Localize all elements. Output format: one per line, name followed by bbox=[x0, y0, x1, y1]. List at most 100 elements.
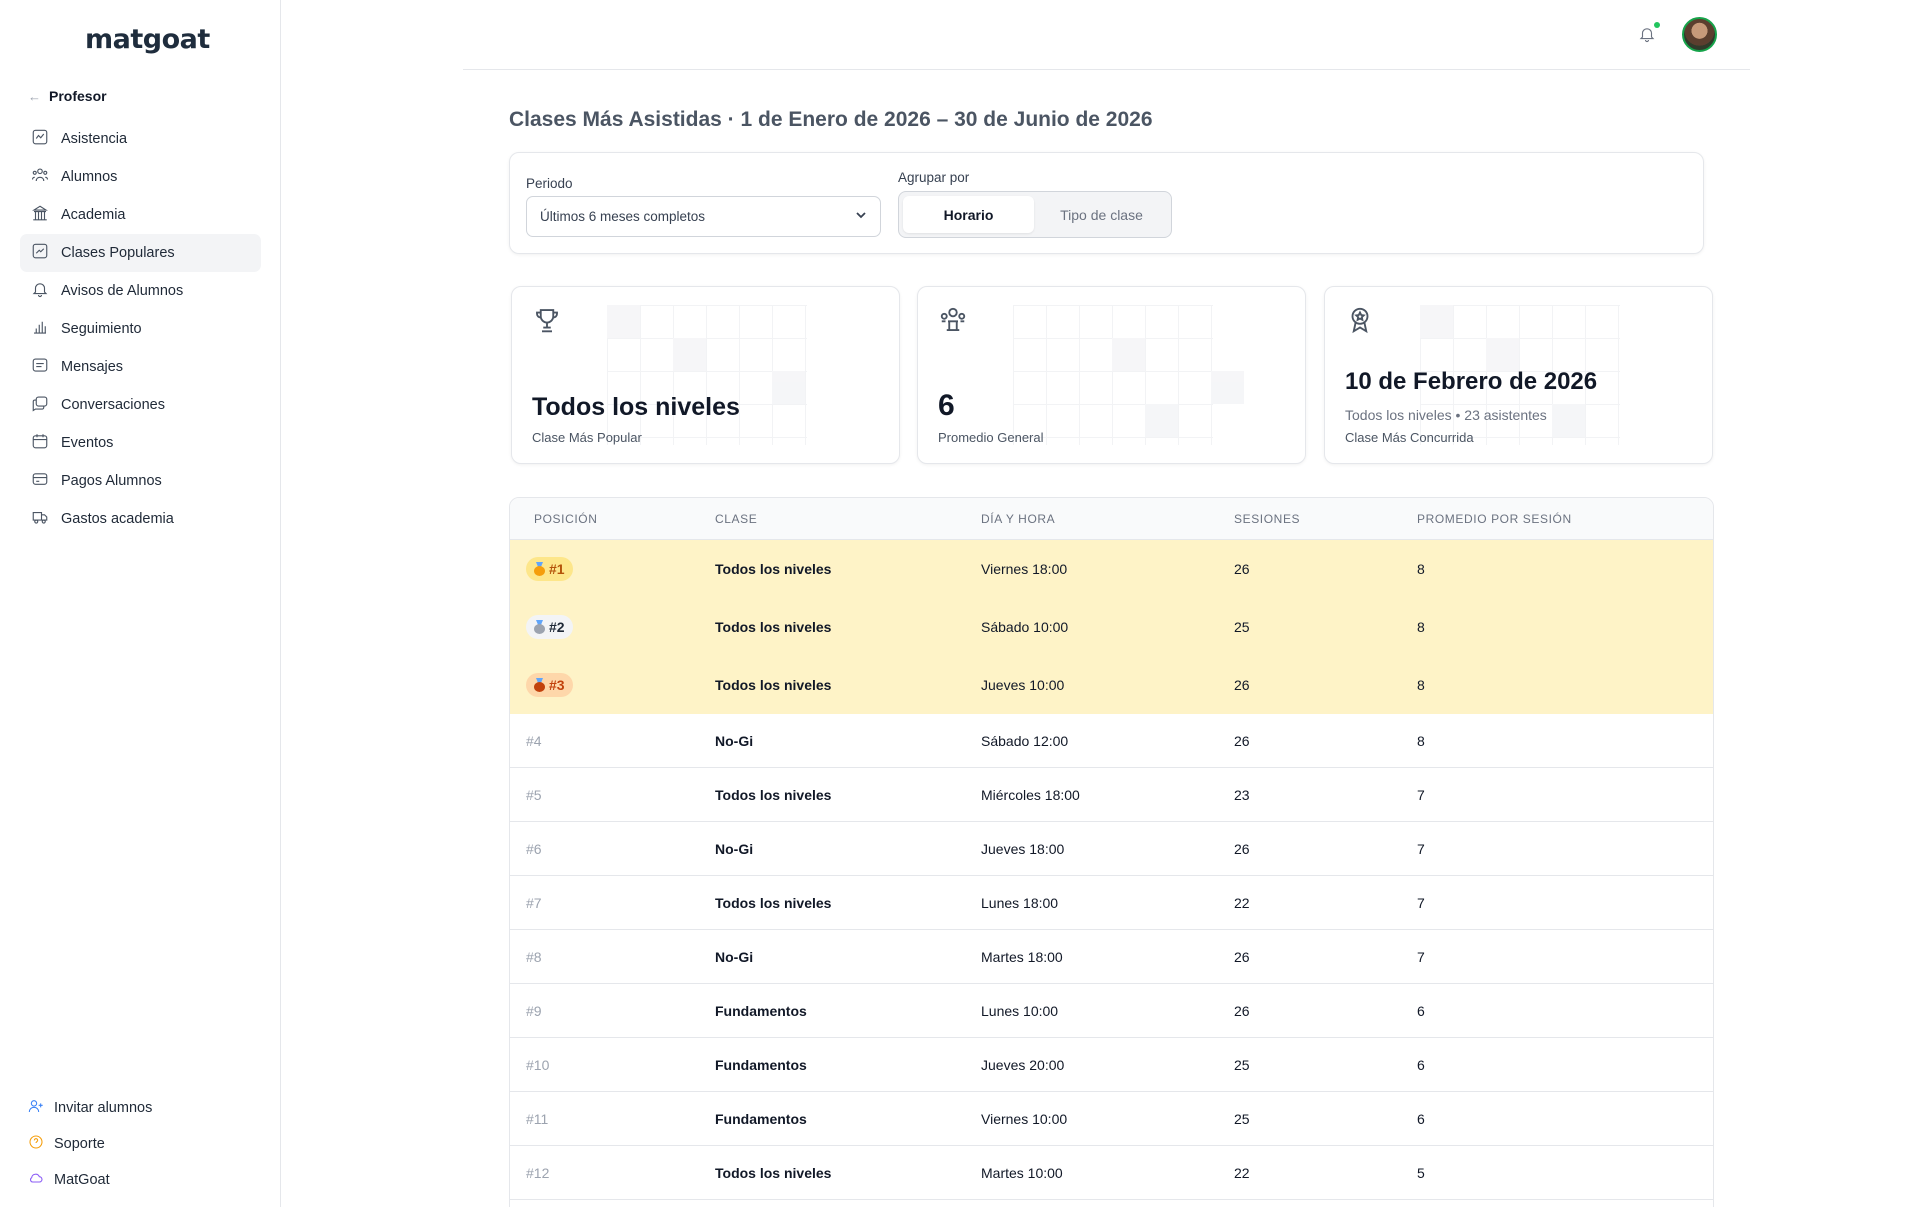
day-time-cell: Lunes 18:00 bbox=[981, 894, 1059, 911]
table-row[interactable]: #3 Todos los niveles Jueves 10:00 26 8 bbox=[510, 656, 1713, 714]
back-link-label: Profesor bbox=[49, 88, 107, 104]
bell-icon bbox=[31, 280, 49, 302]
sidebar-item-label: Eventos bbox=[61, 435, 114, 451]
group-option-horario[interactable]: Horario bbox=[903, 196, 1034, 233]
table-row[interactable]: #12 Todos los niveles Martes 10:00 22 5 bbox=[510, 1146, 1713, 1200]
rank-text: #2 bbox=[549, 619, 565, 635]
rank-text: #3 bbox=[549, 677, 565, 693]
table-row[interactable]: #6 No-Gi Jueves 18:00 26 7 bbox=[510, 822, 1713, 876]
sidebar-item-eventos[interactable]: Eventos bbox=[20, 424, 261, 462]
sessions-cell: 26 bbox=[1234, 732, 1250, 749]
bell-icon bbox=[1638, 28, 1656, 47]
day-time-cell: Jueves 20:00 bbox=[981, 1056, 1065, 1073]
average-cell: 7 bbox=[1417, 786, 1425, 803]
sessions-cell: 26 bbox=[1234, 561, 1250, 577]
top-header bbox=[463, 0, 1750, 70]
sidebar-item-gastos-academia[interactable]: Gastos academia bbox=[20, 500, 261, 538]
back-link-profesor[interactable]: ← Profesor bbox=[28, 88, 107, 104]
column-header-clase[interactable]: CLASE bbox=[715, 512, 757, 526]
trending-icon bbox=[31, 242, 49, 264]
average-cell: 7 bbox=[1417, 840, 1425, 857]
sidebar-item-seguimiento[interactable]: Seguimiento bbox=[20, 310, 261, 348]
sessions-cell: 26 bbox=[1234, 840, 1250, 857]
rank-cell: #11 bbox=[526, 1110, 549, 1127]
support-link[interactable]: Soporte bbox=[28, 1126, 152, 1162]
sidebar-item-asistencia[interactable]: Asistencia bbox=[20, 120, 261, 158]
sessions-cell: 26 bbox=[1234, 1002, 1250, 1019]
sidebar-item-label: Alumnos bbox=[61, 169, 118, 185]
table-row[interactable]: #9 Fundamentos Lunes 10:00 26 6 bbox=[510, 984, 1713, 1038]
table-row[interactable]: #10 Fundamentos Jueves 20:00 25 6 bbox=[510, 1038, 1713, 1092]
calendar-icon bbox=[31, 432, 49, 454]
rank-cell: #8 bbox=[526, 948, 542, 965]
table-row[interactable]: #1 Todos los niveles Viernes 18:00 26 8 bbox=[510, 540, 1713, 598]
sidebar-item-label: Pagos Alumnos bbox=[61, 473, 162, 489]
table-row[interactable]: #13FundamentosMartes 20:00255 bbox=[510, 1200, 1713, 1207]
matgoat-link[interactable]: MatGoat bbox=[28, 1162, 152, 1198]
sidebar-item-alumnos[interactable]: Alumnos bbox=[20, 158, 261, 196]
class-name-cell: Todos los niveles bbox=[715, 677, 832, 693]
rank-cell: #6 bbox=[526, 840, 542, 857]
group-option-tipo-clase[interactable]: Tipo de clase bbox=[1036, 196, 1167, 233]
sidebar-item-label: Academia bbox=[61, 207, 126, 223]
table-row[interactable]: #2 Todos los niveles Sábado 10:00 25 8 bbox=[510, 598, 1713, 656]
sessions-cell: 25 bbox=[1234, 619, 1250, 635]
sidebar-item-label: Clases Populares bbox=[61, 245, 175, 261]
activity-icon bbox=[31, 128, 49, 150]
sidebar-item-conversaciones[interactable]: Conversaciones bbox=[20, 386, 261, 424]
table-header: POSICIÓN CLASE DÍA Y HORA SESIONES PROME… bbox=[510, 498, 1713, 540]
sidebar-item-avisos[interactable]: Avisos de Alumnos bbox=[20, 272, 261, 310]
period-select-value: Últimos 6 meses completos bbox=[540, 209, 706, 224]
bronze-medal-icon bbox=[534, 678, 545, 692]
rank-cell: #10 bbox=[526, 1056, 550, 1073]
user-avatar[interactable] bbox=[1682, 17, 1717, 52]
sidebar-nav: Asistencia Alumnos Academia Clases Popul… bbox=[20, 120, 261, 538]
invite-students-label: Invitar alumnos bbox=[54, 1100, 153, 1116]
column-header-promedio[interactable]: PROMEDIO POR SESIÓN bbox=[1417, 512, 1572, 526]
sidebar-item-pagos-alumnos[interactable]: Pagos Alumnos bbox=[20, 462, 261, 500]
stat-label: Promedio General bbox=[938, 430, 1044, 445]
sidebar-item-mensajes[interactable]: Mensajes bbox=[20, 348, 261, 386]
support-label: Soporte bbox=[54, 1136, 105, 1152]
column-header-sesiones[interactable]: SESIONES bbox=[1234, 512, 1300, 526]
sidebar-item-academia[interactable]: Academia bbox=[20, 196, 261, 234]
day-time-cell: Martes 10:00 bbox=[981, 1164, 1063, 1181]
column-header-posicion[interactable]: POSICIÓN bbox=[534, 512, 597, 526]
classes-table: POSICIÓN CLASE DÍA Y HORA SESIONES PROME… bbox=[509, 497, 1714, 1207]
table-row[interactable]: #11 Fundamentos Viernes 10:00 25 6 bbox=[510, 1092, 1713, 1146]
table-row[interactable]: #8 No-Gi Martes 18:00 26 7 bbox=[510, 930, 1713, 984]
sidebar-item-clases-populares[interactable]: Clases Populares bbox=[20, 234, 261, 272]
rank-badge: #1 bbox=[526, 557, 573, 581]
notifications-button[interactable] bbox=[1638, 22, 1660, 48]
day-time-cell: Miércoles 18:00 bbox=[981, 786, 1080, 803]
average-cell: 8 bbox=[1417, 561, 1425, 577]
period-select[interactable]: Últimos 6 meses completos bbox=[526, 196, 881, 237]
arrow-left-icon: ← bbox=[28, 88, 41, 104]
average-cell: 8 bbox=[1417, 619, 1425, 635]
class-name-cell: Todos los niveles bbox=[715, 894, 832, 911]
column-header-dia-hora[interactable]: DÍA Y HORA bbox=[981, 512, 1055, 526]
sessions-cell: 26 bbox=[1234, 948, 1250, 965]
rank-cell: #9 bbox=[526, 1002, 542, 1019]
average-cell: 8 bbox=[1417, 732, 1425, 749]
brand-logo[interactable]: matgoat bbox=[85, 24, 210, 55]
stat-value: 6 bbox=[938, 389, 955, 422]
table-row[interactable]: #5 Todos los niveles Miércoles 18:00 23 7 bbox=[510, 768, 1713, 822]
credit-card-icon bbox=[31, 470, 49, 492]
stat-value: Todos los niveles bbox=[532, 393, 740, 421]
rank-cell: #1 bbox=[526, 557, 573, 581]
sessions-cell: 22 bbox=[1234, 1164, 1250, 1181]
invite-students-link[interactable]: Invitar alumnos bbox=[28, 1090, 152, 1126]
table-row[interactable]: #4 No-Gi Sábado 12:00 26 8 bbox=[510, 714, 1713, 768]
group-by-toggle: Horario Tipo de clase bbox=[898, 191, 1172, 238]
class-name-cell: Fundamentos bbox=[715, 1110, 807, 1127]
sidebar: matgoat ← Profesor Asistencia Alumnos Ac… bbox=[0, 0, 281, 1207]
group-by-label: Agrupar por bbox=[898, 170, 970, 185]
table-row[interactable]: #7 Todos los niveles Lunes 18:00 22 7 bbox=[510, 876, 1713, 930]
class-name-cell: No-Gi bbox=[715, 840, 754, 857]
average-cell: 5 bbox=[1417, 1164, 1425, 1181]
users-icon bbox=[938, 305, 968, 340]
class-name-cell: No-Gi bbox=[715, 732, 754, 749]
class-name-cell: Todos los niveles bbox=[715, 786, 832, 803]
message-icon bbox=[31, 356, 49, 378]
